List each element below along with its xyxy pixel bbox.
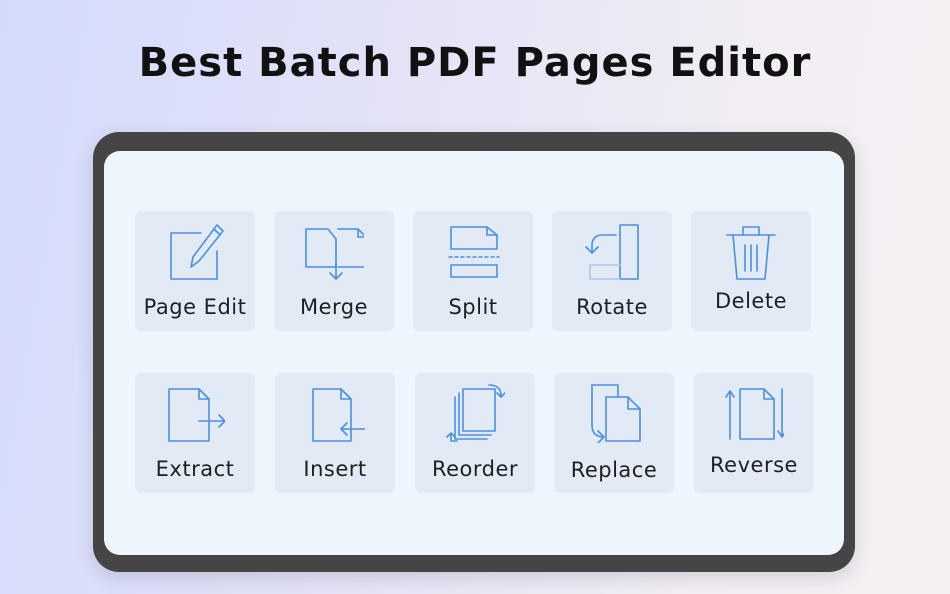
extract-button[interactable]: Extract [135, 373, 255, 493]
merge-label: Merge [299, 295, 369, 319]
split-label: Split [448, 295, 498, 319]
page-edit-icon [170, 224, 224, 280]
rotate-button[interactable]: Rotate [552, 211, 672, 331]
extract-icon [168, 388, 225, 442]
replace-icon [591, 384, 641, 443]
delete-button[interactable]: Delete [691, 211, 811, 331]
page-edit-button[interactable]: Page Edit [135, 211, 255, 331]
page-edit-label: Page Edit [143, 295, 247, 319]
merge-button[interactable]: Merge [274, 211, 394, 331]
split-icon [448, 226, 500, 278]
page-title: Best Batch PDF Pages Editor [138, 40, 812, 86]
rotate-label: Rotate [576, 295, 648, 319]
reverse-icon [725, 388, 784, 440]
insert-label: Insert [303, 457, 367, 481]
reorder-button[interactable]: Reorder [415, 373, 535, 493]
replace-label: Replace [570, 458, 658, 482]
reverse-button[interactable]: Reverse [694, 373, 814, 493]
tablet-frame: Page Edit Merge Split Rotate Delete Extr… [93, 132, 855, 572]
delete-label: Delete [715, 289, 787, 313]
reorder-icon [446, 384, 505, 442]
reorder-label: Reorder [431, 457, 519, 481]
reverse-label: Reverse [710, 453, 798, 477]
extract-label: Extract [155, 457, 235, 481]
split-button[interactable]: Split [413, 211, 533, 331]
insert-button[interactable]: Insert [275, 373, 395, 493]
merge-icon [305, 228, 364, 280]
insert-icon [312, 388, 365, 442]
trash-icon [726, 226, 776, 280]
replace-button[interactable]: Replace [554, 373, 674, 493]
tool-grid: Page Edit Merge Split Rotate Delete Extr… [104, 151, 844, 555]
rotate-icon [585, 224, 639, 280]
